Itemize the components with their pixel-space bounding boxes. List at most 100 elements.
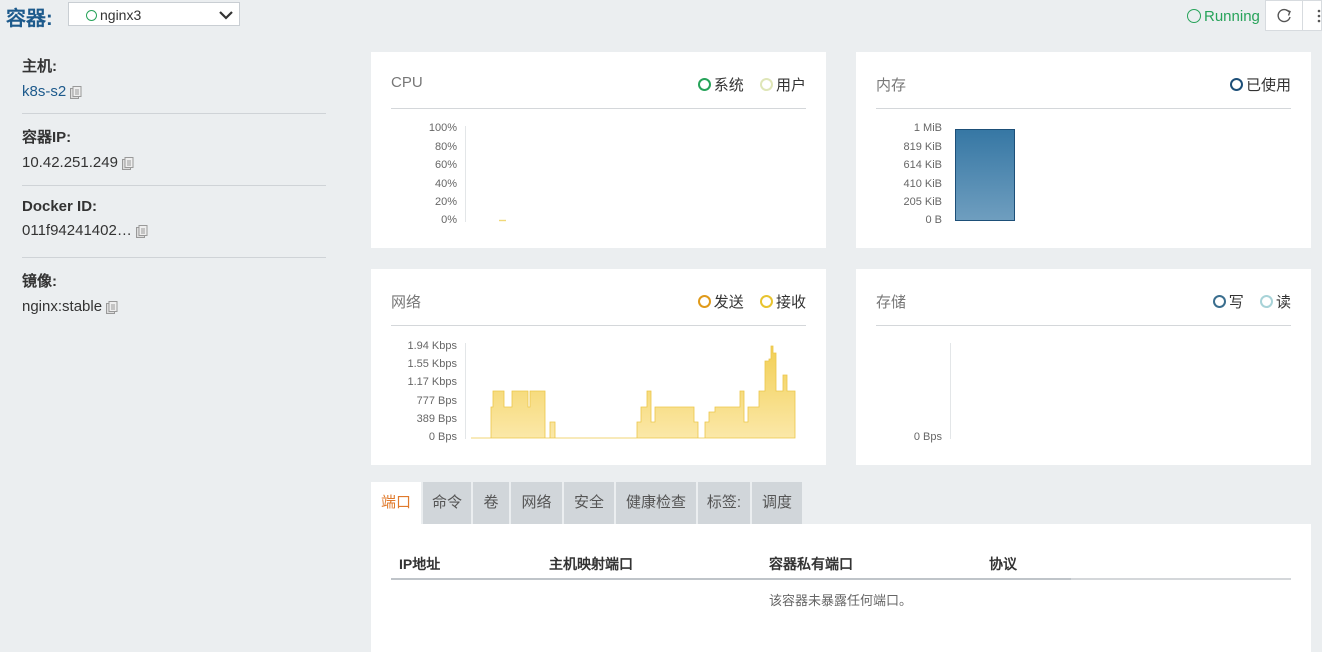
column-header-host-port: 主机映射端口 <box>549 556 633 572</box>
divider <box>391 578 1071 580</box>
legend-dot-icon <box>1259 295 1273 308</box>
y-tick: 0 Bps <box>428 431 457 443</box>
ports-panel: IP地址 主机映射端口 容器私有端口 协议 该容器未暴露任何端口。 <box>371 524 1311 652</box>
tab-ports[interactable]: 端口 <box>371 482 421 524</box>
legend-dot-icon <box>697 78 711 91</box>
tab-command[interactable]: 命令 <box>423 482 471 524</box>
ip-info: 容器IP: 10.42.251.249 <box>22 126 134 171</box>
y-tick: 410 KiB <box>903 178 942 190</box>
y-tick: 1 MiB <box>913 122 942 134</box>
docker-info: Docker ID: 011f94241402… <box>22 198 148 239</box>
network-legend: 发送 接收 <box>686 291 806 312</box>
status-badge: Running <box>1187 8 1260 25</box>
divider <box>876 325 1291 326</box>
column-header-ip: IP地址 <box>399 556 441 572</box>
copy-icon[interactable] <box>135 225 148 238</box>
more-vertical-icon <box>1317 9 1321 23</box>
restart-button[interactable] <box>1265 0 1303 31</box>
network-area <box>471 345 796 439</box>
y-tick: 1.94 Kbps <box>407 340 457 352</box>
y-tick: 0% <box>441 214 457 226</box>
legend-read[interactable]: 读 <box>1259 294 1291 311</box>
tab-network[interactable]: 网络 <box>511 482 562 524</box>
divider <box>876 108 1291 109</box>
legend-dot-icon <box>1212 295 1226 308</box>
tab-volumes[interactable]: 卷 <box>473 482 509 524</box>
storage-chart <box>950 343 951 439</box>
y-tick: 614 KiB <box>903 159 942 171</box>
chevron-down-icon <box>219 11 233 20</box>
tab-scheduling[interactable]: 调度 <box>752 482 802 524</box>
storage-legend: 写 读 <box>1201 291 1291 312</box>
y-tick: 0 Bps <box>913 431 942 443</box>
memory-legend: 已使用 <box>1218 74 1291 95</box>
legend-system[interactable]: 系统 <box>697 77 744 94</box>
y-tick: 80% <box>434 141 457 153</box>
cpu-chart <box>465 126 506 222</box>
storage-panel: 存储 写 读 0 Bps <box>856 269 1311 465</box>
y-tick: 0 B <box>925 214 942 226</box>
divider <box>22 113 326 114</box>
ip-value: 10.42.251.249 <box>22 154 118 171</box>
y-tick: 777 Bps <box>416 395 457 407</box>
memory-title: 内存 <box>876 77 907 94</box>
tab-health-check[interactable]: 健康检查 <box>616 482 696 524</box>
y-tick: 389 Bps <box>416 413 457 425</box>
container-name: nginx3 <box>100 7 142 23</box>
legend-send[interactable]: 发送 <box>697 294 744 311</box>
cpu-title: CPU <box>391 74 423 91</box>
copy-icon[interactable] <box>106 301 118 314</box>
legend-receive[interactable]: 接收 <box>759 294 806 311</box>
storage-title: 存储 <box>876 294 907 311</box>
y-tick: 20% <box>434 196 457 208</box>
network-panel: 网络 发送 接收 1.94 Kbps 1.55 Kbps 1.17 Kbps 7… <box>371 269 826 465</box>
legend-dot-icon <box>759 295 773 308</box>
copy-icon[interactable] <box>70 86 82 99</box>
y-tick: 60% <box>434 159 457 171</box>
status-dot-icon <box>86 10 97 21</box>
docker-label: Docker ID: <box>22 198 98 215</box>
host-info: 主机: k8s-s2 <box>22 55 82 100</box>
legend-dot-icon <box>697 295 711 308</box>
container-selector[interactable]: nginx3 <box>68 2 240 26</box>
y-tick: 205 KiB <box>903 196 942 208</box>
divider <box>391 108 806 109</box>
legend-dot-icon <box>759 78 773 91</box>
divider <box>391 325 806 326</box>
y-tick: 100% <box>428 122 457 134</box>
docker-id-value: 011f94241402… <box>22 222 132 239</box>
memory-chart <box>955 129 1015 221</box>
y-tick: 1.17 Kbps <box>407 376 457 388</box>
y-tick: 40% <box>434 178 457 190</box>
divider <box>22 185 326 186</box>
image-label: 镜像: <box>22 273 57 290</box>
image-info: 镜像: nginx:stable <box>22 270 118 315</box>
tab-security[interactable]: 安全 <box>564 482 614 524</box>
copy-icon[interactable] <box>121 157 134 170</box>
host-link[interactable]: k8s-s2 <box>22 83 66 100</box>
running-status-icon <box>1187 9 1201 23</box>
legend-user[interactable]: 用户 <box>759 77 806 94</box>
memory-panel: 内存 已使用 1 MiB 819 KiB 614 KiB 410 KiB 205… <box>856 52 1311 248</box>
legend-used[interactable]: 已使用 <box>1229 77 1291 94</box>
y-tick: 819 KiB <box>903 141 942 153</box>
legend-dot-icon <box>1229 78 1243 91</box>
tab-labels[interactable]: 标签: <box>698 482 750 524</box>
page-title: 容器: <box>6 8 53 30</box>
divider <box>22 257 326 258</box>
host-label: 主机: <box>22 58 57 75</box>
more-actions-button[interactable] <box>1302 0 1322 31</box>
image-value: nginx:stable <box>22 298 103 315</box>
y-tick: 1.55 Kbps <box>407 358 457 370</box>
column-header-container-port: 容器私有端口 <box>769 556 853 572</box>
column-header-protocol: 协议 <box>989 556 1017 572</box>
top-bar: 容器: nginx3 Running <box>0 0 1322 31</box>
network-title: 网络 <box>391 294 422 311</box>
cpu-panel: CPU 系统 用户 100% 80% 60% 40% 20% 0% <box>371 52 826 248</box>
empty-message: 该容器未暴露任何端口。 <box>769 593 913 608</box>
ip-label: 容器IP: <box>22 129 72 146</box>
refresh-icon <box>1277 8 1291 23</box>
cpu-legend: 系统 用户 <box>686 74 806 95</box>
legend-write[interactable]: 写 <box>1212 294 1244 311</box>
memory-bar <box>955 129 1015 221</box>
